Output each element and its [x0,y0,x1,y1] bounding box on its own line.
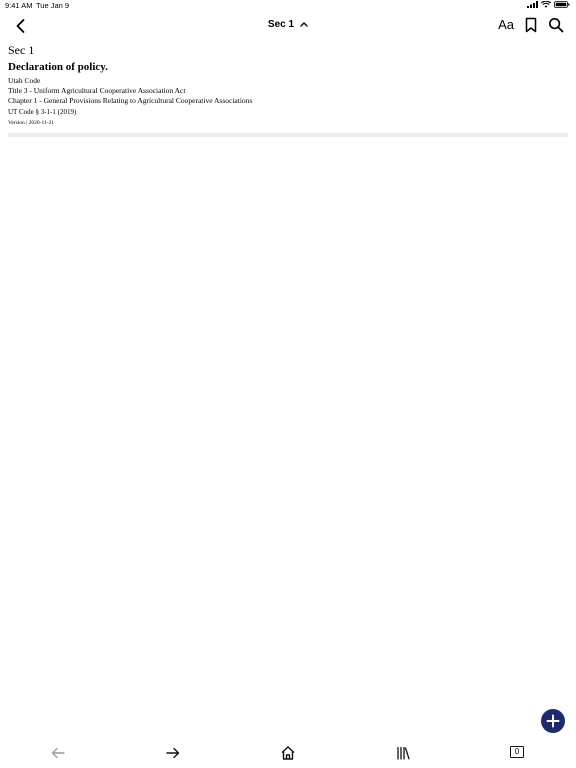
battery-icon [554,1,570,8]
content-divider [8,133,568,137]
library-icon[interactable] [395,745,411,761]
document-content: Sec 1 Declaration of policy. Utah Code T… [8,43,568,127]
forward-arrow-icon[interactable] [165,745,181,761]
section-number: Sec 1 [8,43,35,57]
section-heading: Declaration of policy. [8,61,108,73]
add-button[interactable] [541,709,565,733]
status-bar: 9:41 AM Tue Jan 9 [0,0,576,12]
section-title-dropdown[interactable]: Sec 1 [0,19,576,30]
title-line: Title 3 - Uniform Agricultural Cooperati… [8,86,186,95]
code-reference: UT Code § 3-1-1 (2019) [8,108,77,116]
section-title: Sec 1 [267,19,295,30]
status-time: 9:41 AM [5,1,33,10]
wifi-icon [541,1,551,8]
nav-actions: Aa [498,17,564,33]
bottom-toolbar: 0 [0,742,576,764]
font-settings-button[interactable]: Aa [498,17,514,33]
status-date: Tue Jan 9 [36,1,70,10]
back-arrow-icon[interactable] [50,745,66,761]
tabs-icon[interactable]: 0 [510,746,526,762]
search-icon[interactable] [548,17,564,33]
chevron-up-icon [300,22,308,28]
navigation-bar: Sec 1 Aa [0,12,576,40]
version-label: Version | 2020-11-21 [8,120,55,126]
status-icons [527,1,570,8]
signal-icon [527,1,538,8]
home-icon[interactable] [280,745,296,761]
tab-count: 0 [510,746,524,758]
plus-icon [546,714,560,728]
chapter-line: Chapter 1 - General Provisions Relating … [8,96,253,105]
bookmark-icon[interactable] [523,17,539,33]
source-name: Utah Code [8,76,41,85]
